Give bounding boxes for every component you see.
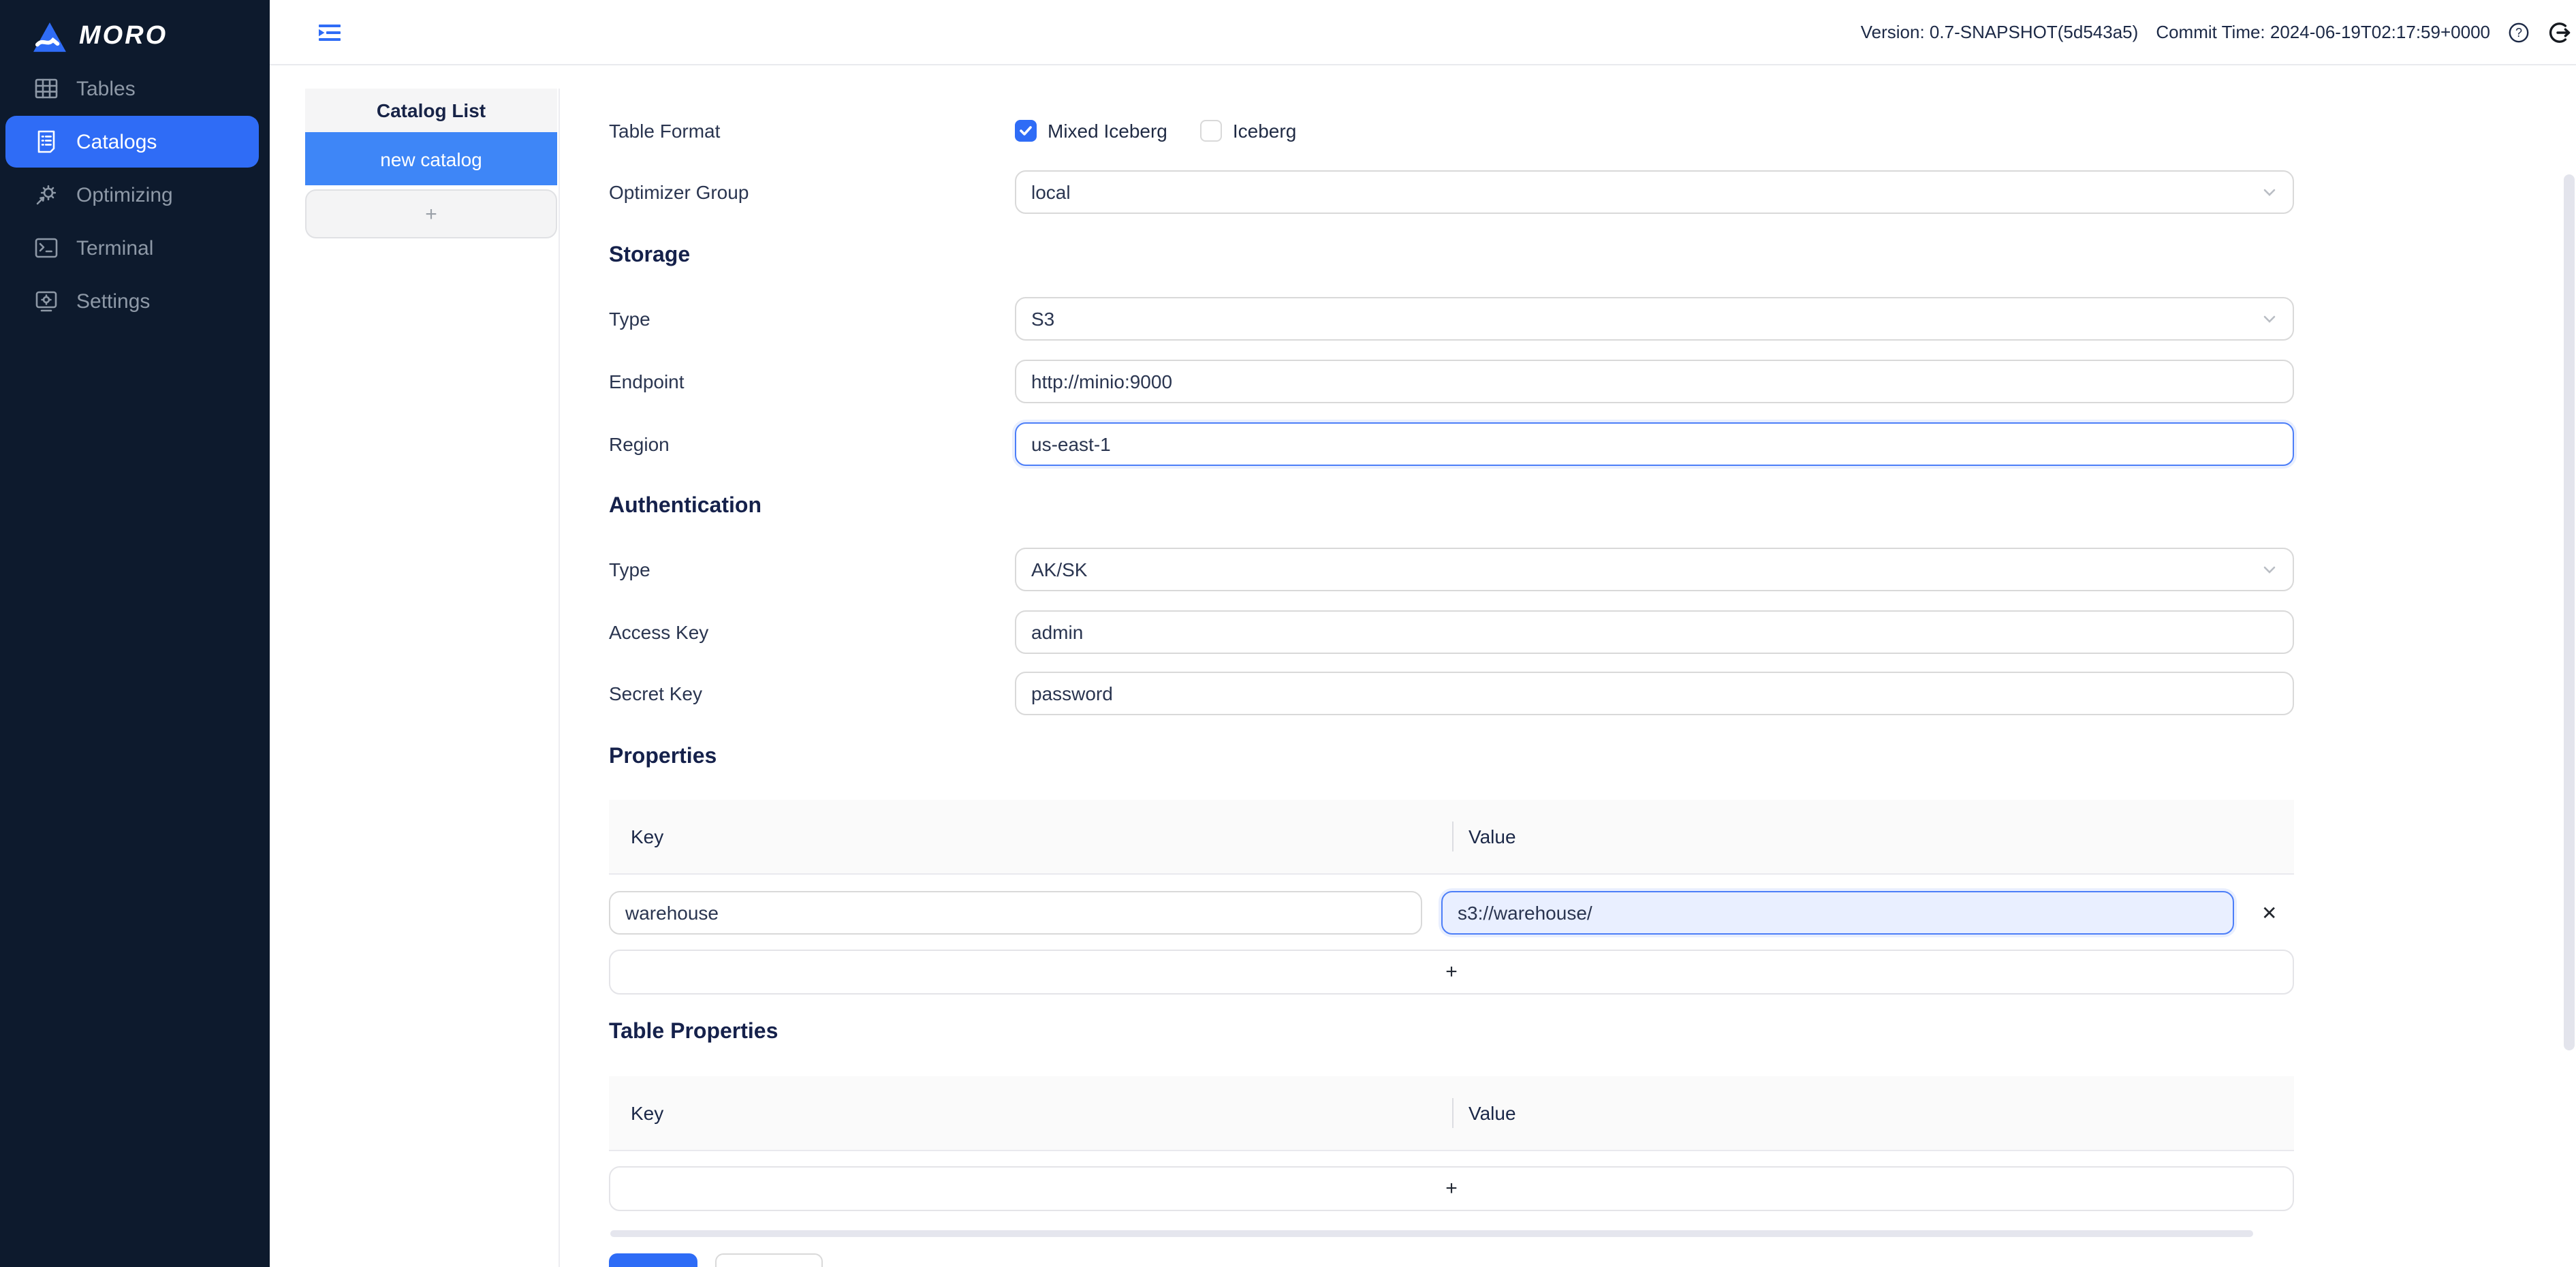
checkbox-mixed-iceberg[interactable]: Mixed Iceberg (1015, 120, 1167, 142)
vertical-scrollbar-thumb[interactable] (2564, 174, 2575, 1050)
top-header: Version: 0.7-SNAPSHOT(5d543a5) Commit Ti… (270, 0, 2576, 65)
sidebar-item-label: Optimizing (76, 183, 173, 206)
optimizer-group-value: local (1031, 181, 1071, 203)
table-format-options: Mixed Iceberg Iceberg (1015, 120, 2294, 142)
table-format-row: Table Format Mixed Iceberg Iceberg (609, 109, 2294, 153)
horizontal-scrollbar[interactable] (610, 1230, 2253, 1237)
settings-monitor-icon (34, 289, 59, 313)
catalog-list-panel: Catalog List new catalog + (305, 89, 557, 238)
optimizer-group-label: Optimizer Group (609, 181, 1015, 203)
catalog-list-item[interactable]: new catalog (305, 132, 557, 185)
add-property-button[interactable]: + (609, 950, 2294, 995)
sidebar-item-terminal[interactable]: Terminal (5, 222, 259, 274)
property-key-input[interactable] (609, 891, 1422, 935)
endpoint-label: Endpoint (609, 371, 1015, 392)
checkbox-unchecked-icon[interactable] (1200, 120, 1222, 142)
table-properties-heading: Table Properties (609, 1018, 778, 1048)
chevron-down-icon (2261, 561, 2278, 578)
svg-text:?: ? (2515, 25, 2522, 39)
storage-type-select[interactable]: S3 (1015, 297, 2294, 341)
add-table-property-button[interactable]: + (609, 1166, 2294, 1211)
authentication-heading: Authentication (609, 492, 761, 522)
properties-heading: Properties (609, 742, 717, 772)
optimizer-group-select[interactable]: local (1015, 170, 2294, 214)
access-key-row: Access Key (609, 610, 2294, 654)
storage-heading: Storage (609, 241, 690, 271)
secret-key-input[interactable] (1015, 672, 2294, 715)
optimizing-gear-icon (34, 183, 59, 207)
properties-row: ✕ (609, 891, 2294, 935)
auth-type-value: AK/SK (1031, 559, 1088, 580)
region-row: Region (609, 422, 2294, 466)
region-input[interactable] (1015, 422, 2294, 466)
chevron-down-icon (2261, 311, 2278, 327)
help-question-icon[interactable]: ? (2508, 21, 2530, 43)
access-key-label: Access Key (609, 621, 1015, 643)
version-text: Version: 0.7-SNAPSHOT(5d543a5) (1861, 22, 2139, 42)
checkbox-checked-icon[interactable] (1015, 120, 1037, 142)
logout-icon[interactable] (2547, 20, 2572, 44)
sidebar-item-label: Settings (76, 290, 150, 313)
table-format-label: Table Format (609, 120, 1015, 142)
auth-type-row: Type AK/SK (609, 548, 2294, 591)
sidebar-fold-icon[interactable] (317, 20, 342, 44)
storage-type-row: Type S3 (609, 297, 2294, 341)
sidebar-menu: Tables Catalogs Optimizing Terminal (0, 61, 270, 328)
amoro-logo-icon (33, 21, 67, 52)
add-catalog-button[interactable]: + (305, 189, 557, 238)
chevron-down-icon (2261, 184, 2278, 200)
commit-time-text: Commit Time: 2024-06-19T02:17:59+0000 (2156, 22, 2490, 42)
logo: MORO (0, 0, 270, 60)
properties-value-header: Value (1454, 826, 1516, 847)
sidebar-item-label: Catalogs (76, 130, 157, 153)
region-label: Region (609, 433, 1015, 455)
auth-type-select[interactable]: AK/SK (1015, 548, 2294, 591)
remove-property-icon[interactable]: ✕ (2261, 903, 2277, 922)
secret-key-label: Secret Key (609, 683, 1015, 704)
properties-table-header: Key Value (609, 800, 2294, 875)
sidebar-item-tables[interactable]: Tables (5, 63, 259, 114)
sidebar-item-settings[interactable]: Settings (5, 275, 259, 327)
cancel-button[interactable] (715, 1253, 823, 1267)
checkbox-label: Mixed Iceberg (1048, 120, 1167, 142)
auth-type-label: Type (609, 559, 1015, 580)
main-content: Catalog List new catalog + Table Format … (270, 65, 2576, 1267)
sidebar-item-optimizing[interactable]: Optimizing (5, 169, 259, 221)
table-properties-value-header: Value (1454, 1102, 1516, 1124)
table-icon (34, 76, 59, 101)
table-properties-key-header: Key (609, 1102, 1452, 1124)
storage-type-value: S3 (1031, 308, 1054, 330)
storage-type-label: Type (609, 308, 1015, 330)
sidebar-item-label: Terminal (76, 236, 153, 260)
optimizer-group-row: Optimizer Group local (609, 170, 2294, 214)
catalog-list-title: Catalog List (305, 89, 557, 132)
terminal-icon (34, 236, 59, 260)
checkbox-iceberg[interactable]: Iceberg (1200, 120, 1296, 142)
access-key-input[interactable] (1015, 610, 2294, 654)
sidebar-item-catalogs[interactable]: Catalogs (5, 116, 259, 168)
property-value-input[interactable] (1441, 891, 2234, 935)
header-right: Version: 0.7-SNAPSHOT(5d543a5) Commit Ti… (1861, 20, 2572, 44)
checkbox-label: Iceberg (1233, 120, 1296, 142)
save-button[interactable] (609, 1253, 697, 1267)
endpoint-input[interactable] (1015, 360, 2294, 403)
catalog-list-icon (34, 129, 59, 154)
catalog-form: Table Format Mixed Iceberg Iceberg (609, 65, 2294, 1267)
properties-key-header: Key (609, 826, 1452, 847)
secret-key-row: Secret Key (609, 672, 2294, 715)
table-properties-table-header: Key Value (609, 1076, 2294, 1151)
sidebar: MORO Tables Catalogs Optimizing (0, 0, 270, 1267)
endpoint-row: Endpoint (609, 360, 2294, 403)
app-root: MORO Tables Catalogs Optimizing (0, 0, 2576, 1267)
logo-text: MORO (79, 22, 168, 52)
panel-divider (559, 89, 560, 1267)
sidebar-item-label: Tables (76, 77, 136, 100)
